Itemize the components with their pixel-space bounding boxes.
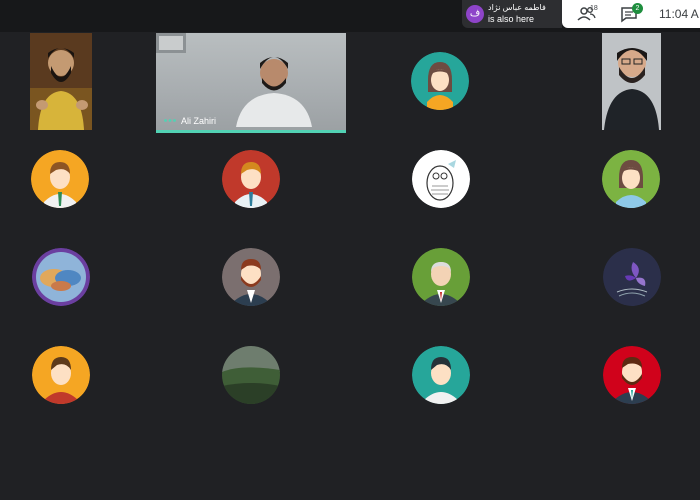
participant-video-tile[interactable]: Ali Zahiri xyxy=(156,33,346,133)
people-count: 18 xyxy=(590,5,598,12)
participant-avatar-penguin[interactable] xyxy=(412,150,470,208)
clock: 11:04 A xyxy=(659,7,699,21)
participant-tile-photo-2[interactable] xyxy=(602,33,661,130)
participant-avatar-woman-green[interactable] xyxy=(602,150,660,208)
meeting-controls: 18 2 11:04 A xyxy=(562,0,700,28)
bearded-man-avatar-icon xyxy=(603,346,661,404)
clay-hands-icon xyxy=(32,248,90,306)
participant-avatar-man-orange[interactable] xyxy=(31,150,89,208)
join-notification: ف فاطمه عباس نژاد is also here xyxy=(462,0,562,28)
participant-avatar-landscape[interactable] xyxy=(222,346,280,404)
participant-avatar-bearded-man-red[interactable] xyxy=(603,346,661,404)
participant-avatar-man-teal[interactable] xyxy=(412,346,470,404)
purple-flower-icon xyxy=(603,248,661,306)
bearded-man-photo-icon xyxy=(30,33,92,130)
notification-name: فاطمه عباس نژاد xyxy=(488,3,546,12)
participant-avatar-clay-hands[interactable] xyxy=(32,248,90,306)
man-glasses-photo-icon xyxy=(602,33,661,130)
man-avatar-icon xyxy=(222,150,280,208)
participant-avatar-man-orange-2[interactable] xyxy=(32,346,90,404)
man-avatar-icon xyxy=(412,346,470,404)
man-avatar-icon xyxy=(31,150,89,208)
participant-tile-photo-1[interactable] xyxy=(30,33,92,130)
bearded-man-avatar-icon xyxy=(222,248,280,306)
landscape-photo-icon xyxy=(222,346,280,404)
participant-name: Ali Zahiri xyxy=(181,116,217,126)
participant-avatar-bearded-man[interactable] xyxy=(222,248,280,306)
woman-avatar-icon xyxy=(411,52,469,110)
video-frame-icon xyxy=(156,33,312,127)
older-man-avatar-icon xyxy=(412,248,470,306)
participant-avatar-woman-teal[interactable] xyxy=(411,52,469,110)
participant-avatar-flower[interactable] xyxy=(603,248,661,306)
notification-avatar: ف xyxy=(466,5,484,23)
speaking-dots-icon xyxy=(164,119,176,122)
penguin-sketch-icon xyxy=(412,150,470,208)
notification-message: is also here xyxy=(488,14,535,24)
woman-avatar-icon xyxy=(602,150,660,208)
participant-avatar-man-red[interactable] xyxy=(222,150,280,208)
chat-badge: 2 xyxy=(632,3,643,14)
participant-avatar-older-man[interactable] xyxy=(412,248,470,306)
man-avatar-icon xyxy=(32,346,90,404)
